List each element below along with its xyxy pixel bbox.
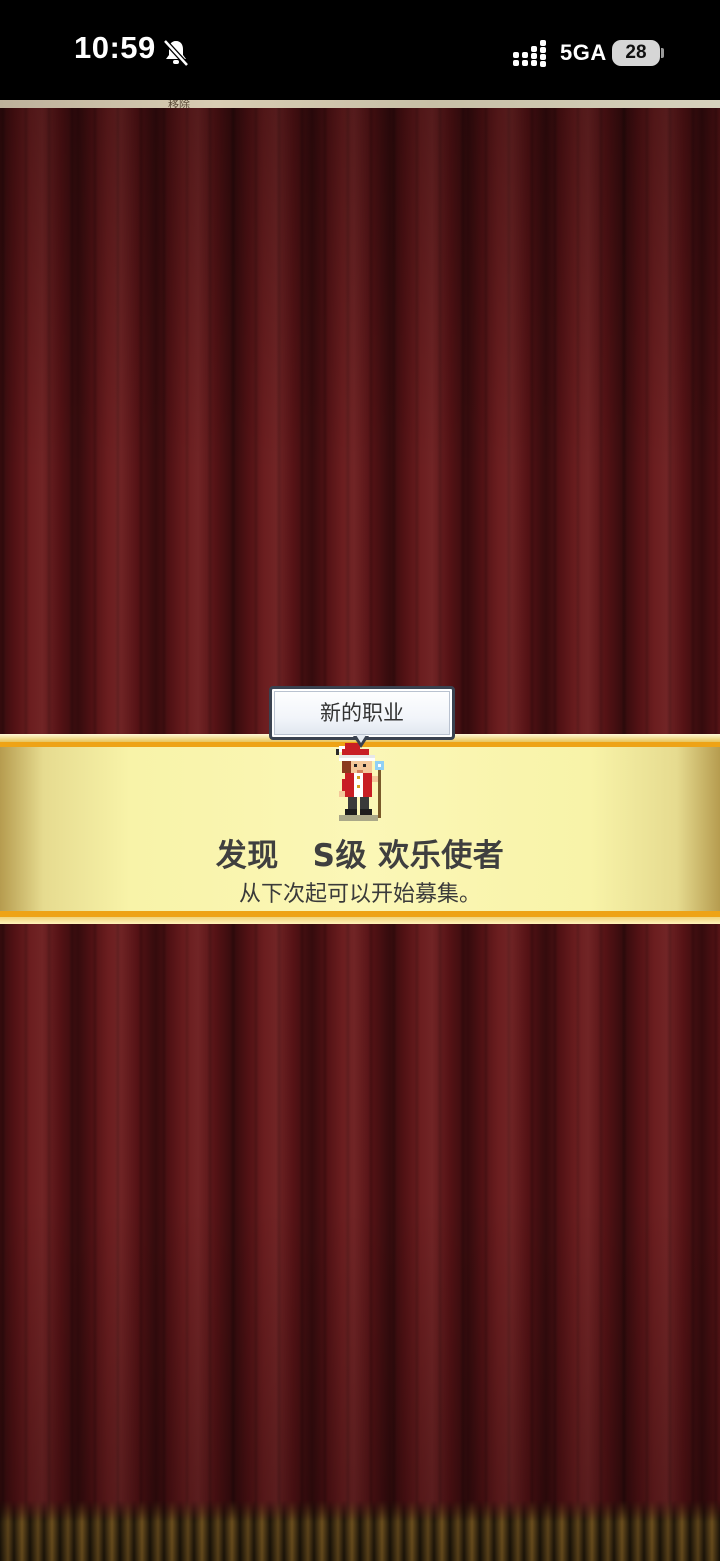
banner-subtitle: 从下次起可以开始募集。: [238, 882, 481, 907]
speech-bubble-label: 新的职业: [320, 701, 404, 725]
battery-icon: 28: [612, 40, 660, 66]
battery-tip: [661, 48, 664, 58]
bell-muted-icon: [163, 39, 189, 67]
speech-bubble-tail-inner: [356, 735, 366, 743]
curtain-hem: [0, 1500, 720, 1561]
top-strip-text: 移除: [168, 100, 190, 108]
banner-edge-bottom: [0, 917, 720, 924]
battery-level: 28: [625, 42, 647, 63]
top-menu-strip: 移除: [0, 100, 720, 108]
status-bar: 10:59 5GA 28: [0, 0, 720, 100]
status-time: 10:59: [74, 30, 156, 65]
game-screen[interactable]: 移除 发现 S级 欢乐使者 从下次起可以开始募集。 新的职业: [0, 100, 720, 1561]
network-type: 5GA: [560, 40, 607, 65]
banner-title: 发现 S级 欢乐使者: [215, 838, 505, 874]
character-sprite: [336, 743, 384, 821]
speech-bubble: 新的职业: [269, 686, 455, 740]
signal-icon: [513, 40, 546, 67]
